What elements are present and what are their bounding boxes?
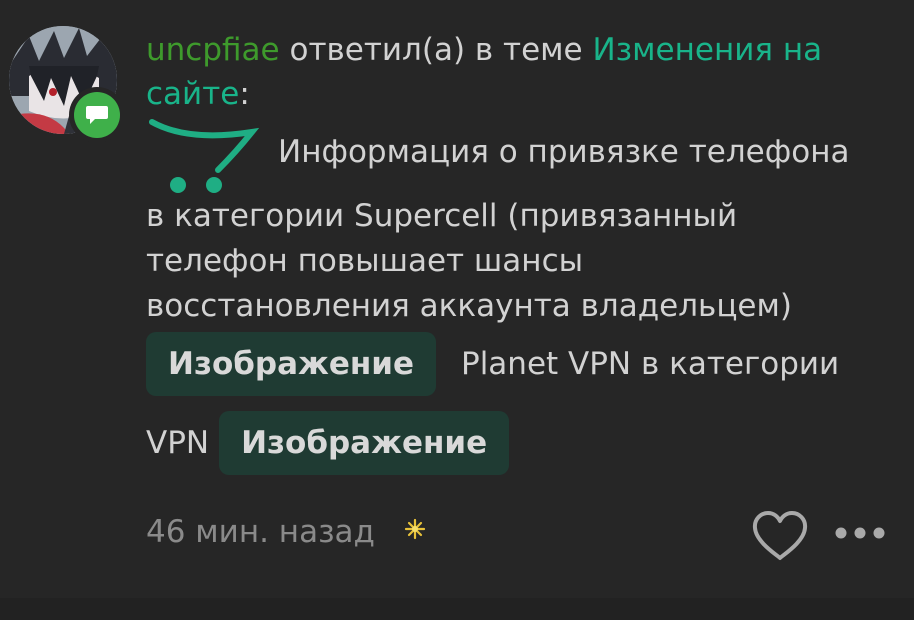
decorative-emoji-icon: [148, 116, 264, 196]
message-row-image-1: Изображение Planet VPN в категории: [146, 332, 839, 396]
image-chip[interactable]: Изображение: [219, 411, 510, 475]
username-link[interactable]: uncpfiae: [146, 32, 280, 68]
message-body: в категории Supercell (привязанный телеф…: [146, 194, 792, 329]
image-chip[interactable]: Изображение: [146, 332, 437, 396]
post-footer: 46 мин. назад: [146, 510, 894, 560]
message-line: в категории Supercell (привязанный: [146, 198, 738, 234]
message-row-image-2: VPN Изображение: [146, 411, 510, 475]
message-text-before-chip: VPN: [146, 425, 210, 461]
online-status-badge: [69, 87, 125, 143]
timestamp: 46 мин. назад: [146, 514, 375, 550]
sparkle-icon: [404, 518, 426, 540]
topic-link[interactable]: Изменения на: [592, 32, 822, 68]
more-options-icon[interactable]: [834, 526, 886, 540]
message-text-after-chip: Planet VPN в категории: [461, 346, 840, 382]
action-text: ответил(а) в теме: [289, 32, 583, 68]
message-first-line: Информация о привязке телефона: [278, 134, 850, 170]
activity-header: uncpfiae ответил(а) в теме Изменения на …: [146, 28, 894, 116]
message-line: телефон повышает шансы: [146, 243, 584, 279]
message-line: восстановления аккаунта владельцем): [146, 288, 792, 324]
topic-link-continued[interactable]: сайте: [146, 76, 239, 112]
heart-icon[interactable]: [751, 510, 809, 562]
colon-text: :: [239, 76, 250, 112]
next-item-divider: [0, 598, 914, 620]
chat-bubble-icon: [86, 106, 108, 124]
